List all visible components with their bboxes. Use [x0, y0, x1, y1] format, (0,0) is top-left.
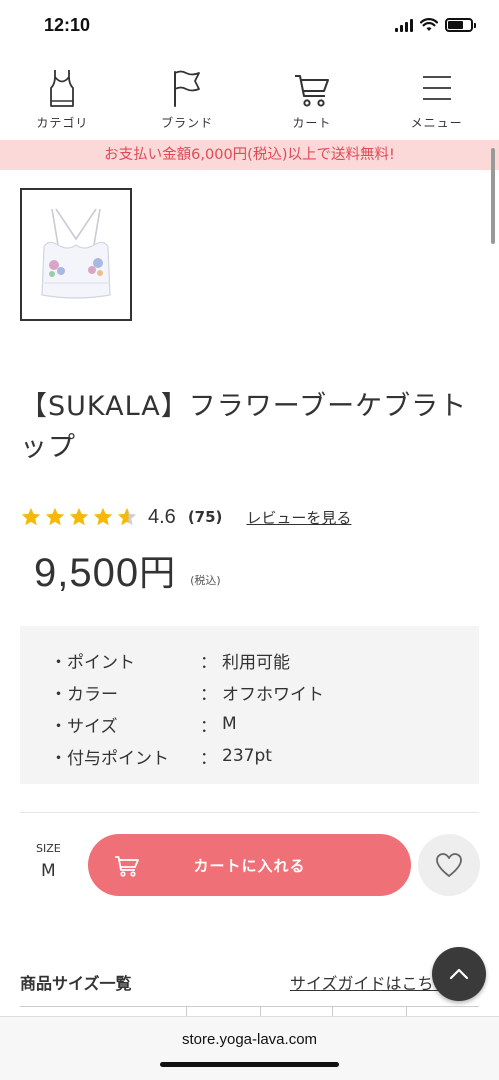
size-value: M — [41, 861, 56, 881]
bra-top-image — [41, 208, 111, 299]
size-label: SIZE — [36, 842, 61, 855]
review-count: (75) — [187, 508, 223, 526]
rating-value: 4.6 — [148, 505, 176, 528]
info-value: 237pt — [222, 746, 272, 766]
nav-label: カテゴリ — [36, 116, 89, 130]
info-value: M — [222, 714, 237, 734]
tank-top-icon — [42, 68, 82, 108]
nav-menu[interactable]: メニュー — [374, 60, 499, 140]
star-icon — [69, 507, 89, 526]
favorite-button[interactable] — [418, 834, 480, 896]
home-indicator[interactable] — [160, 1062, 339, 1067]
product-title: 【SUKALA】フラワーブーケブラトップ — [20, 391, 468, 463]
info-colon: ： — [200, 748, 217, 769]
star-icon — [93, 507, 113, 526]
status-bar: 12:10 — [0, 0, 499, 54]
scroll-to-top-button[interactable] — [432, 947, 486, 1001]
size-selector[interactable]: SIZE M — [36, 842, 61, 881]
tax-note: (税込) — [190, 574, 221, 587]
section-divider — [20, 812, 479, 813]
cart-icon — [292, 68, 332, 108]
status-icons — [395, 18, 476, 32]
star-icon — [45, 507, 65, 526]
info-label: ・付与ポイント — [50, 748, 169, 769]
nav-cart[interactable]: カート — [250, 60, 375, 140]
status-time: 12:10 — [44, 15, 91, 35]
battery-icon — [445, 18, 476, 32]
wifi-icon — [420, 18, 438, 31]
heart-icon — [436, 853, 462, 877]
rating-row: 4.6 (75) レビューを見る — [20, 504, 351, 530]
info-label: ・カラー — [50, 684, 118, 705]
nav-category[interactable]: カテゴリ — [0, 60, 125, 140]
info-row-point: ・ポイント ： 利用可能 — [50, 644, 479, 676]
size-guide-link[interactable]: サイズガイドはこちら — [290, 970, 450, 994]
info-label: ・サイズ — [50, 716, 118, 737]
nav-label: ブランド — [161, 116, 214, 130]
page-scrollbar[interactable] — [491, 148, 495, 244]
price-row: 9,500 円 (税込) — [34, 544, 221, 596]
flag-icon — [167, 68, 207, 108]
info-row-color: ・カラー ： オフホワイト — [50, 676, 479, 708]
add-to-cart-label: カートに入れる — [193, 856, 306, 875]
menu-icon — [417, 68, 457, 108]
product-thumbnail[interactable] — [20, 188, 132, 321]
info-value: 利用可能 — [222, 652, 290, 673]
signal-icon — [395, 18, 413, 32]
price-currency: 円 — [139, 552, 177, 593]
nav-brand[interactable]: ブランド — [125, 60, 250, 140]
nav-label: カート — [292, 116, 332, 130]
info-row-size: ・サイズ ： M — [50, 708, 479, 740]
browser-url-bar[interactable]: store.yoga-lava.com — [0, 1016, 499, 1080]
top-nav: カテゴリ ブランド カート メニュー — [0, 60, 499, 140]
info-colon: ： — [200, 652, 217, 673]
info-value: オフホワイト — [222, 684, 324, 705]
info-row-granted-points: ・付与ポイント ： 237pt — [50, 740, 479, 772]
half-star-icon — [117, 507, 137, 526]
info-colon: ： — [200, 716, 217, 737]
nav-label: メニュー — [410, 116, 463, 130]
info-colon: ： — [200, 684, 217, 705]
chevron-up-icon — [449, 968, 469, 980]
rating-stars — [20, 506, 138, 528]
add-to-cart-button[interactable]: カートに入れる — [88, 834, 411, 896]
price: 9,500 — [34, 551, 140, 595]
review-link[interactable]: レビューを見る — [246, 507, 351, 528]
size-table-title: 商品サイズ一覧 — [20, 974, 132, 993]
star-icon — [21, 507, 41, 526]
url-text: store.yoga-lava.com — [181, 1031, 318, 1048]
product-info-box: ・ポイント ： 利用可能 ・カラー ： オフホワイト ・サイズ ： M ・付与ポ… — [20, 626, 479, 784]
promo-banner[interactable]: お支払い金額6,000円(税込)以上で送料無料! — [0, 140, 499, 170]
info-label: ・ポイント — [50, 652, 135, 673]
